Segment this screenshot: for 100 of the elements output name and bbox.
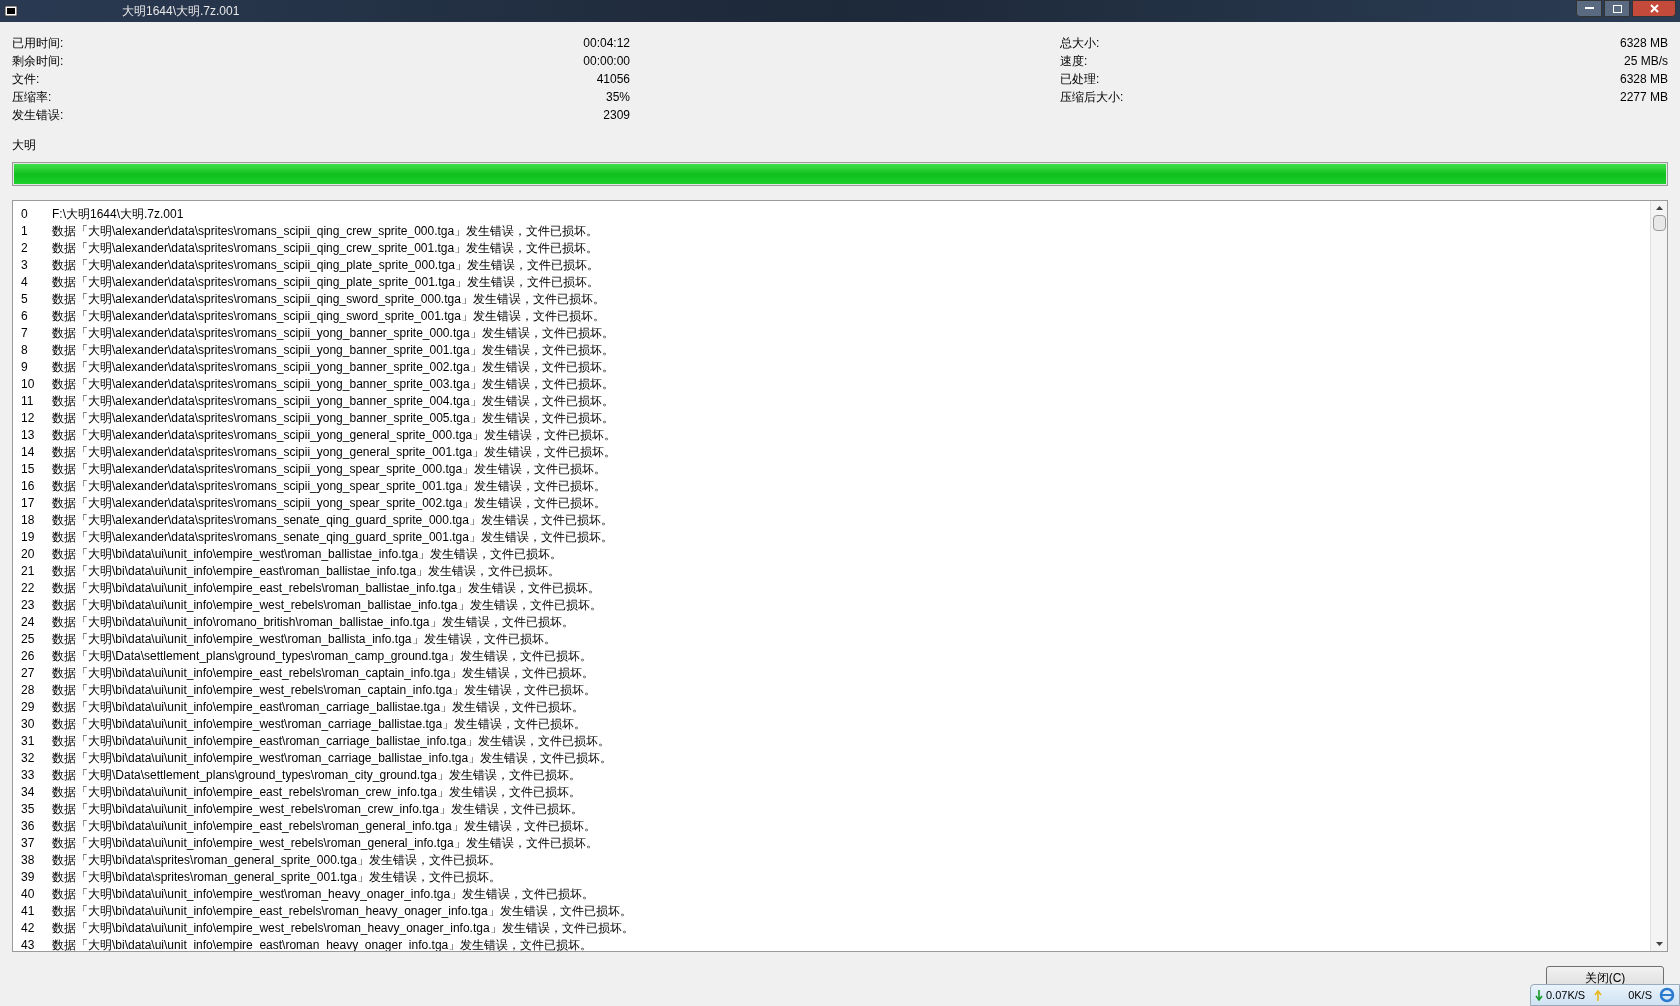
row-number: 29 <box>21 698 36 716</box>
stat-value: 2277 MB <box>1619 89 1668 106</box>
row-number: 17 <box>21 494 36 512</box>
log-message: 数据「大明\bi\data\ui\unit_info\empire_west\roman_carriage_ballistae.tga」发生错误，文件已损坏。 <box>52 715 587 733</box>
row-number: 23 <box>21 596 36 614</box>
log-message: 数据「大明\bi\data\ui\unit_info\empire_east\roman_ballistae_info.tga」发生错误，文件已损坏。 <box>52 562 561 580</box>
window-title: 大明1644\大明.7z.001 <box>122 3 240 20</box>
row-number: 38 <box>21 851 36 869</box>
row-number: 32 <box>21 749 36 767</box>
row-number: 27 <box>21 664 36 682</box>
log-message: 数据「大明\alexander\data\sprites\romans_senate_qing_guard_sprite_001.tga」发生错误，文件已损坏。 <box>52 528 613 546</box>
row-number: 43 <box>21 936 36 951</box>
row-number: 20 <box>21 545 36 563</box>
log-message: 数据「大明\bi\data\ui\unit_info\empire_west\roman_heavy_onager_info.tga」发生错误，文件已损坏。 <box>52 885 595 903</box>
log-message: 数据「大明\alexander\data\sprites\romans_senate_qing_guard_sprite_000.tga」发生错误，文件已损坏。 <box>52 511 613 529</box>
app-icon <box>4 4 18 18</box>
row-number: 12 <box>21 409 36 427</box>
row-number: 7 <box>21 324 29 342</box>
log-message: 数据「大明\bi\data\ui\unit_info\empire_east_rebels\roman_general_info.tga」发生错误，文件已损坏。 <box>52 817 596 835</box>
stat-value: 6328 MB <box>1619 71 1668 88</box>
minimize-button[interactable] <box>1576 0 1602 17</box>
row-number: 24 <box>21 613 36 631</box>
log-message: 数据「大明\bi\data\sprites\roman_general_sprite_001.tga」发生错误，文件已损坏。 <box>52 868 501 886</box>
log-message: 数据「大明\Data\settlement_plans\ground_types\roman_city_ground.tga」发生错误，文件已损坏。 <box>52 766 581 784</box>
row-number: 15 <box>21 460 36 478</box>
stat-label: 压缩率: <box>12 89 52 106</box>
row-number: 42 <box>21 919 36 937</box>
stat-value: 25 MB/s <box>1624 53 1668 70</box>
log-message: 数据「大明\bi\data\ui\unit_info\romano_british\roman_ballistae_info.tga」发生错误，文件已损坏。 <box>52 613 574 631</box>
log-message: 数据「大明\alexander\data\sprites\romans_scipii_yong_banner_sprite_001.tga」发生错误，文件已损坏。 <box>52 341 614 359</box>
log-message: 数据「大明\alexander\data\sprites\romans_scipii_yong_spear_sprite_000.tga」发生错误，文件已损坏。 <box>52 460 607 478</box>
row-number: 10 <box>21 375 36 393</box>
stat-label: 已用时间: <box>12 35 64 52</box>
row-number: 16 <box>21 477 36 495</box>
log-message: 数据「大明\alexander\data\sprites\romans_scipii_yong_banner_sprite_004.tga」发生错误，文件已损坏。 <box>52 392 614 410</box>
log-message: 数据「大明\bi\data\sprites\roman_general_sprite_000.tga」发生错误，文件已损坏。 <box>52 851 501 869</box>
stat-value: 41056 <box>596 71 630 88</box>
stat-value: 6328 MB <box>1619 35 1668 52</box>
row-number: 41 <box>21 902 36 920</box>
log-message: 数据「大明\bi\data\ui\unit_info\empire_east_rebels\roman_captain_info.tga」发生错误，文件已损坏。 <box>52 664 595 682</box>
row-number: 6 <box>21 307 29 325</box>
row-number: 39 <box>21 868 36 886</box>
stat-value: 2309 <box>603 107 630 124</box>
log-message: F:\大明1644\大明.7z.001 <box>52 205 184 223</box>
row-number: 9 <box>21 358 29 376</box>
log-message: 数据「大明\bi\data\ui\unit_info\empire_east_rebels\roman_heavy_onager_info.tga」发生错误，文件已损坏。 <box>52 902 632 920</box>
log-message: 数据「大明\alexander\data\sprites\romans_scipii_yong_banner_sprite_003.tga」发生错误，文件已损坏。 <box>52 375 614 393</box>
log-message: 数据「大明\bi\data\ui\unit_info\empire_east_rebels\roman_crew_info.tga」发生错误，文件已损坏。 <box>52 783 581 801</box>
log-message: 数据「大明\bi\data\ui\unit_info\empire_west_rebels\roman_crew_info.tga」发生错误，文件已损坏。 <box>52 800 583 818</box>
log-message: 数据「大明\Data\settlement_plans\ground_types\roman_camp_ground.tga」发生错误，文件已损坏。 <box>52 647 593 665</box>
scroll-thumb[interactable] <box>1652 215 1666 231</box>
current-item-label: 大明 <box>12 138 36 152</box>
log-message: 数据「大明\bi\data\ui\unit_info\empire_west_rebels\roman_heavy_onager_info.tga」发生错误，文件已损坏。 <box>52 919 634 937</box>
row-number: 26 <box>21 647 36 665</box>
row-number: 22 <box>21 579 36 597</box>
row-number: 33 <box>21 766 36 784</box>
log-message: 数据「大明\bi\data\ui\unit_info\empire_east\roman_carriage_ballistae_info.tga」发生错误，文件已损坏。 <box>52 732 611 750</box>
upload-speed: 0K/S <box>1628 987 1652 1003</box>
stat-label: 发生错误: <box>12 107 64 124</box>
browser-icon <box>1659 987 1675 1003</box>
row-number: 35 <box>21 800 36 818</box>
log-message: 数据「大明\alexander\data\sprites\romans_scipii_yong_general_sprite_000.tga」发生错误，文件已损坏。 <box>52 426 617 444</box>
row-number: 30 <box>21 715 36 733</box>
log-message: 数据「大明\bi\data\ui\unit_info\empire_west\roman_ballista_info.tga」发生错误，文件已损坏。 <box>52 630 556 648</box>
row-number: 40 <box>21 885 36 903</box>
download-arrow-icon <box>1535 989 1543 1001</box>
log-message: 数据「大明\alexander\data\sprites\romans_scipii_yong_general_sprite_001.tga」发生错误，文件已损坏。 <box>52 443 617 461</box>
log-message: 数据「大明\alexander\data\sprites\romans_scipii_yong_banner_sprite_005.tga」发生错误，文件已损坏。 <box>52 409 614 427</box>
close-icon <box>1649 4 1659 13</box>
log-message: 数据「大明\bi\data\ui\unit_info\empire_west\roman_carriage_ballistae_info.tga」发生错误，文件已损坏。 <box>52 749 613 767</box>
row-number: 34 <box>21 783 36 801</box>
stat-value: 00:04:12 <box>583 35 630 52</box>
stat-label: 速度: <box>1060 53 1088 70</box>
log-message: 数据「大明\alexander\data\sprites\romans_scipii_qing_crew_sprite_000.tga」发生错误，文件已损坏。 <box>52 222 599 240</box>
download-speed: 0.07K/S <box>1546 987 1586 1003</box>
row-number: 18 <box>21 511 36 529</box>
row-number: 28 <box>21 681 36 699</box>
stat-value: 00:00:00 <box>583 53 630 70</box>
stat-label: 剩余时间: <box>12 53 64 70</box>
maximize-button[interactable] <box>1604 0 1630 17</box>
row-number: 2 <box>21 239 29 257</box>
row-number: 1 <box>21 222 29 240</box>
log-message: 数据「大明\alexander\data\sprites\romans_scipii_qing_sword_sprite_001.tga」发生错误，文件已损坏。 <box>52 307 605 325</box>
log-message: 数据「大明\bi\data\ui\unit_info\empire_east_rebels\roman_ballistae_info.tga」发生错误，文件已损坏。 <box>52 579 600 597</box>
row-number: 19 <box>21 528 36 546</box>
row-number: 21 <box>21 562 36 580</box>
row-number: 36 <box>21 817 36 835</box>
log-message: 数据「大明\alexander\data\sprites\romans_scipii_yong_banner_sprite_000.tga」发生错误，文件已损坏。 <box>52 324 614 342</box>
log-message: 数据「大明\bi\data\ui\unit_info\empire_west_rebels\roman_ballistae_info.tga」发生错误，文件已损坏。 <box>52 596 602 614</box>
minimize-icon <box>1584 7 1594 10</box>
row-number: 4 <box>21 273 29 291</box>
close-button[interactable] <box>1632 0 1676 17</box>
row-number: 8 <box>21 341 29 359</box>
log-message: 数据「大明\alexander\data\sprites\romans_scipii_qing_crew_sprite_001.tga」发生错误，文件已损坏。 <box>52 239 599 257</box>
stat-label: 总大小: <box>1060 35 1100 52</box>
stat-label: 文件: <box>12 71 40 88</box>
stat-value: 35% <box>605 89 630 106</box>
upload-arrow-icon <box>1594 989 1603 1001</box>
row-number: 14 <box>21 443 36 461</box>
log-message: 数据「大明\alexander\data\sprites\romans_scipii_yong_banner_sprite_002.tga」发生错误，文件已损坏。 <box>52 358 614 376</box>
